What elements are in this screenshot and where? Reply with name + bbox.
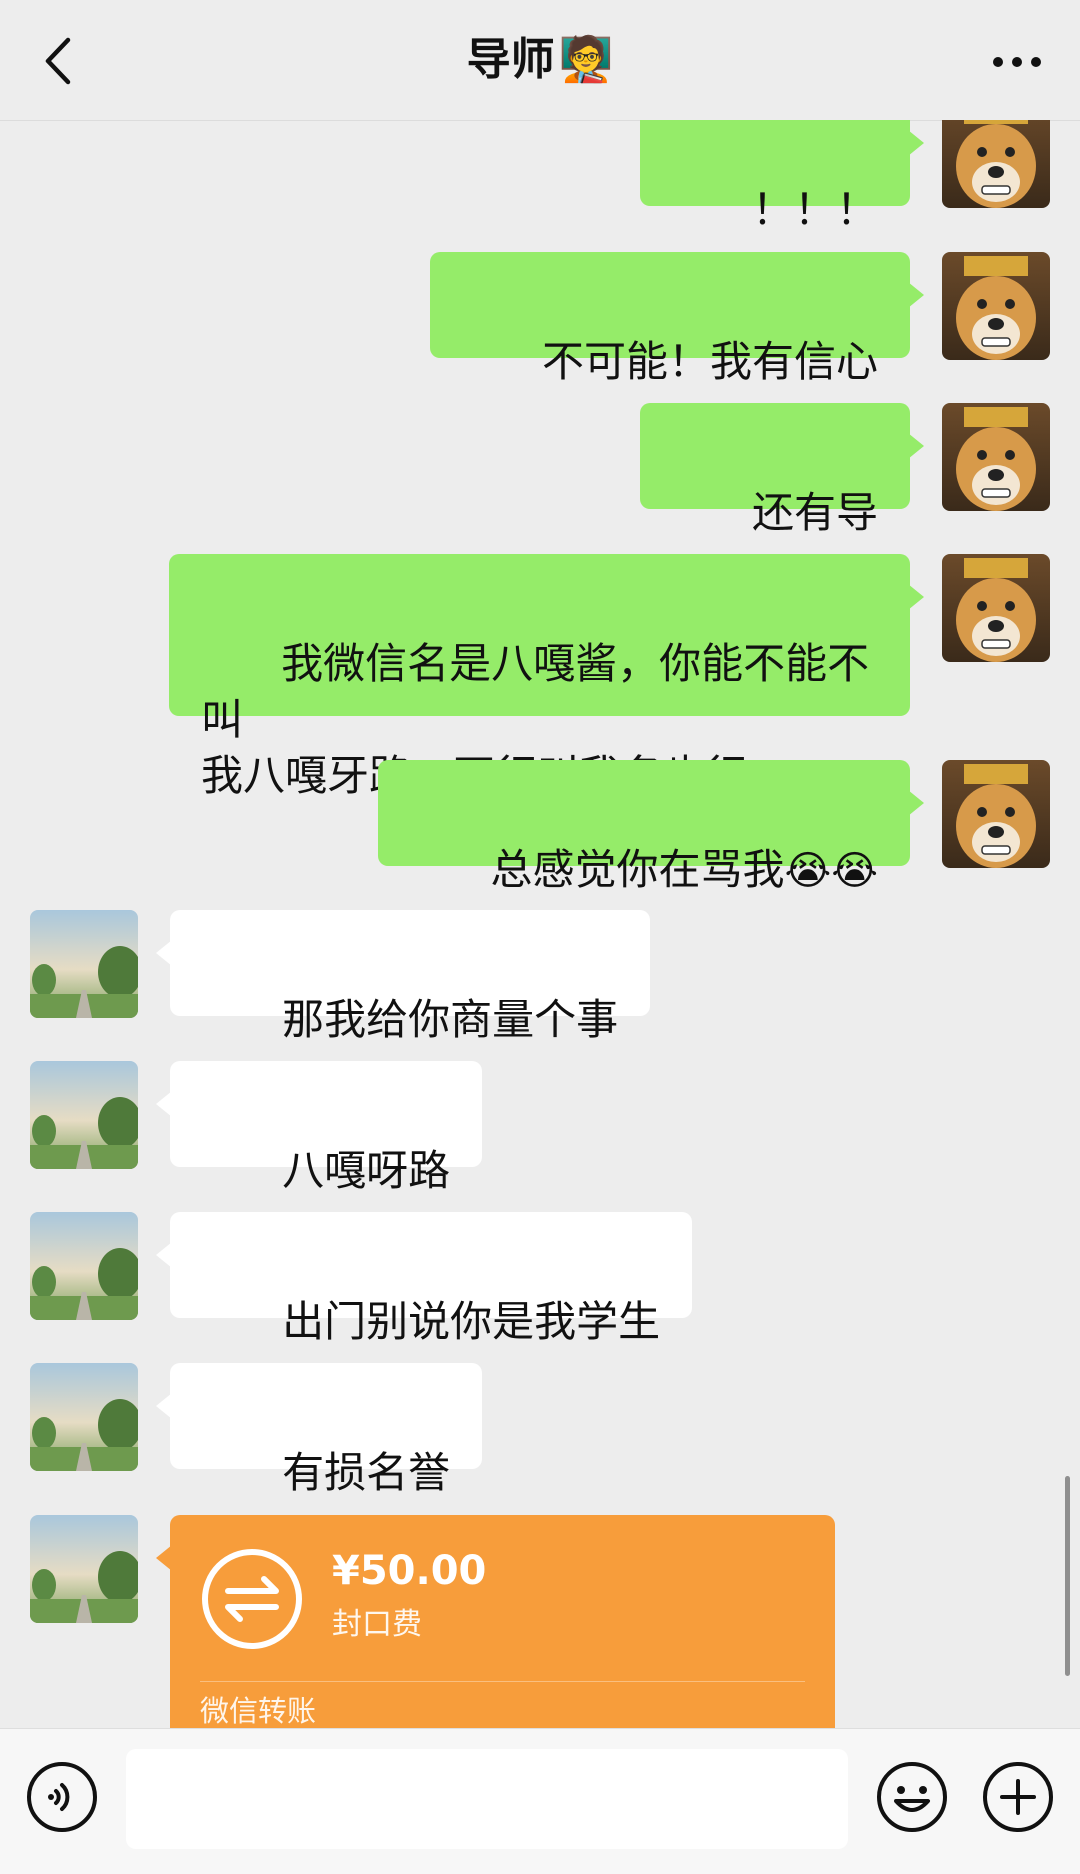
my-avatar[interactable]: [942, 403, 1050, 511]
message-text: 有损名誉: [282, 1448, 451, 1497]
message-text: ！！！: [751, 185, 878, 234]
transfer-label: 微信转账: [200, 1694, 317, 1728]
transfer-amount: ¥50.00: [332, 1548, 487, 1594]
message-text: 总感觉你在骂我: [490, 845, 785, 894]
peer-message-bubble[interactable]: 出门别说你是我学生: [155, 1212, 693, 1346]
transfer-note: 封口费: [332, 1607, 422, 1642]
my-message-bubble[interactable]: ！！！: [639, 120, 925, 234]
more-dots-icon[interactable]: [990, 50, 1044, 74]
peer-avatar[interactable]: [30, 1061, 138, 1169]
crying-emoji-icon: 😭😭: [784, 848, 878, 894]
peer-avatar[interactable]: [30, 1515, 138, 1623]
message-text: 还有导: [751, 488, 878, 537]
message-text: 出门别说你是我学生: [282, 1297, 661, 1346]
my-avatar[interactable]: [942, 120, 1050, 208]
my-avatar[interactable]: [942, 760, 1050, 868]
peer-avatar[interactable]: [30, 910, 138, 1018]
my-message-bubble[interactable]: 总感觉你在骂我😭😭: [378, 760, 924, 894]
peer-message-bubble[interactable]: 八嘎呀路: [155, 1061, 483, 1195]
smiley-icon[interactable]: [876, 1761, 948, 1833]
scrollbar[interactable]: [1065, 1476, 1070, 1676]
input-bar: [0, 1728, 1080, 1874]
message-list[interactable]: ！！！ 不可能！我有信心 还有导 我微信名是八嘎酱，你能不能不叫 总感觉你在骂我…: [0, 120, 1080, 1728]
peer-message-bubble[interactable]: 那我给你商量个事: [155, 910, 651, 1044]
plus-icon[interactable]: [982, 1761, 1054, 1833]
message-input[interactable]: [126, 1749, 848, 1849]
my-message-bubble[interactable]: 还有导: [639, 403, 925, 537]
my-message-bubble[interactable]: 我微信名是八嘎酱，你能不能不叫 我八嘎牙路，不行叫我名也行: [169, 554, 924, 800]
message-text: 八嘎呀路: [282, 1146, 451, 1195]
chat-header: 导师🧑‍🏫: [0, 0, 1080, 121]
peer-avatar[interactable]: [30, 1212, 138, 1320]
peer-message-bubble[interactable]: 有损名誉: [155, 1363, 483, 1497]
chat-title: 导师🧑‍🏫: [0, 30, 1080, 90]
my-avatar[interactable]: [942, 252, 1050, 360]
peer-avatar[interactable]: [30, 1363, 138, 1471]
transfer-card[interactable]: ¥50.00 封口费 微信转账: [156, 1515, 835, 1728]
my-message-bubble[interactable]: 不可能！我有信心: [429, 252, 925, 386]
chat-title-text: 导师: [466, 34, 555, 85]
transfer-divider: [200, 1681, 805, 1682]
teacher-emoji-icon: 🧑‍🏫: [558, 34, 614, 85]
message-text: 那我给你商量个事: [282, 995, 619, 1044]
message-text: 不可能！我有信心: [541, 337, 878, 386]
transfer-arrows-icon: [202, 1549, 302, 1649]
my-avatar[interactable]: [942, 554, 1050, 662]
voice-icon[interactable]: [26, 1761, 98, 1833]
